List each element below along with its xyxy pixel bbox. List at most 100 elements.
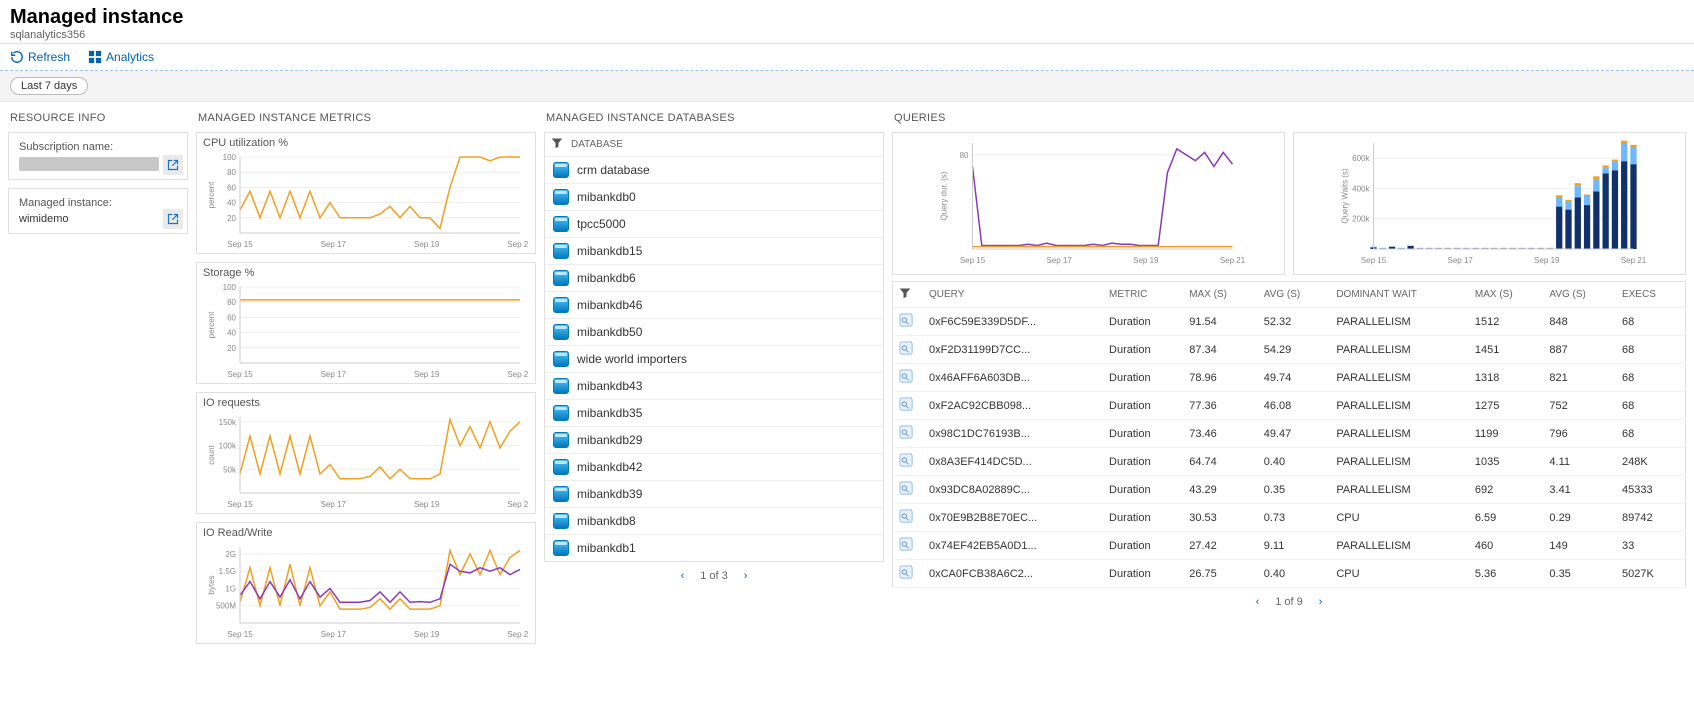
db-prev-page[interactable]: ‹ [677, 568, 689, 584]
database-row[interactable]: mibankdb50 [545, 319, 883, 346]
query-execs: 68 [1616, 364, 1686, 392]
database-icon [553, 324, 569, 340]
query-col-header[interactable]: AVG (S) [1543, 282, 1616, 308]
wait-max: 1035 [1469, 448, 1544, 476]
chart-cpu[interactable]: CPU utilization %20406080100percentSep 1… [196, 132, 536, 254]
query-next-page[interactable]: › [1315, 594, 1327, 610]
wait-max: 6.59 [1469, 504, 1544, 532]
query-prev-page[interactable]: ‹ [1252, 594, 1264, 610]
query-row[interactable]: 0xF6C59E339D5DF... Duration 91.54 52.32 … [893, 308, 1686, 336]
query-row[interactable]: 0x70E9B2B8E70EC... Duration 30.53 0.73 C… [893, 504, 1686, 532]
query-max: 30.53 [1183, 504, 1258, 532]
open-icon [167, 159, 179, 171]
svg-text:Sep 21: Sep 21 [1621, 256, 1647, 265]
database-row[interactable]: mibankdb35 [545, 400, 883, 427]
refresh-button[interactable]: Refresh [10, 50, 70, 64]
query-row[interactable]: 0x8A3EF414DC5D... Duration 64.74 0.40 PA… [893, 448, 1686, 476]
svg-text:40: 40 [227, 329, 236, 338]
svg-text:100: 100 [223, 153, 237, 162]
svg-text:80: 80 [227, 298, 236, 307]
query-metric: Duration [1103, 336, 1183, 364]
query-row[interactable]: 0x93DC8A02889C... Duration 43.29 0.35 PA… [893, 476, 1686, 504]
svg-text:Sep 15: Sep 15 [227, 370, 253, 379]
svg-text:Sep 19: Sep 19 [414, 370, 440, 379]
query-execs: 89742 [1616, 504, 1686, 532]
svg-text:150k: 150k [219, 418, 237, 427]
database-row[interactable]: wide world importers [545, 346, 883, 373]
svg-text:100k: 100k [219, 442, 237, 451]
database-row[interactable]: tpcc5000 [545, 211, 883, 238]
database-row[interactable]: mibankdb46 [545, 292, 883, 319]
wait-avg: 0.29 [1543, 504, 1616, 532]
database-name: mibankdb43 [577, 379, 642, 393]
query-col-header[interactable]: QUERY [923, 282, 1103, 308]
wait-avg: 796 [1543, 420, 1616, 448]
query-col-header[interactable]: DOMINANT WAIT [1330, 282, 1469, 308]
wait-max: 1451 [1469, 336, 1544, 364]
svg-text:Query dur. (s): Query dur. (s) [940, 171, 949, 220]
database-icon [553, 216, 569, 232]
query-col-header[interactable]: EXECS [1616, 282, 1686, 308]
database-name: mibankdb15 [577, 244, 642, 258]
query-col-header[interactable]: METRIC [1103, 282, 1183, 308]
database-icon [553, 540, 569, 556]
database-row[interactable]: mibankdb15 [545, 238, 883, 265]
svg-text:Sep 21: Sep 21 [507, 500, 529, 509]
chart-query-waits[interactable]: 200k400k600kQuery Waits (s)Sep 15Sep 17S… [1293, 132, 1686, 275]
query-col-header[interactable]: MAX (S) [1469, 282, 1544, 308]
database-row[interactable]: mibankdb39 [545, 481, 883, 508]
chart-query-duration[interactable]: 80Query dur. (s)Sep 15Sep 17Sep 19Sep 21 [892, 132, 1285, 275]
svg-text:80: 80 [227, 168, 236, 177]
query-icon [899, 453, 913, 467]
query-avg: 0.73 [1258, 504, 1331, 532]
analytics-button[interactable]: Analytics [88, 50, 154, 64]
database-row[interactable]: mibankdb6 [545, 265, 883, 292]
svg-text:20: 20 [227, 214, 236, 223]
timerange-pill[interactable]: Last 7 days [10, 77, 88, 95]
filter-icon[interactable] [899, 291, 911, 302]
open-subscription-button[interactable] [163, 155, 183, 175]
wait-max: 460 [1469, 532, 1544, 560]
filter-icon[interactable] [551, 137, 563, 152]
database-row[interactable]: mibankdb29 [545, 427, 883, 454]
svg-text:Sep 15: Sep 15 [227, 500, 253, 509]
query-wait: PARALLELISM [1330, 308, 1469, 336]
mi-value: wimidemo [19, 213, 159, 225]
svg-text:Sep 21: Sep 21 [507, 240, 529, 249]
query-execs: 5027K [1616, 560, 1686, 588]
query-col-header[interactable]: MAX (S) [1183, 282, 1258, 308]
wait-avg: 0.35 [1543, 560, 1616, 588]
query-row[interactable]: 0xF2AC92CBB098... Duration 77.36 46.08 P… [893, 392, 1686, 420]
database-name: mibankdb39 [577, 487, 642, 501]
db-page-label: 1 of 3 [700, 570, 728, 582]
svg-text:Sep 17: Sep 17 [321, 500, 347, 509]
database-row[interactable]: mibankdb42 [545, 454, 883, 481]
database-row[interactable]: crm database [545, 157, 883, 184]
wait-max: 692 [1469, 476, 1544, 504]
database-row[interactable]: mibankdb8 [545, 508, 883, 535]
query-row[interactable]: 0x46AFF6A603DB... Duration 78.96 49.74 P… [893, 364, 1686, 392]
database-row[interactable]: mibankdb43 [545, 373, 883, 400]
query-row[interactable]: 0xF2D31199D7CC... Duration 87.34 54.29 P… [893, 336, 1686, 364]
db-next-page[interactable]: › [740, 568, 752, 584]
chart-iorw[interactable]: IO Read/Write500M1G1.5G2GbytesSep 15Sep … [196, 522, 536, 644]
queries-table: QUERYMETRICMAX (S)AVG (S)DOMINANT WAITMA… [892, 281, 1686, 588]
query-row[interactable]: 0x74EF42EB5A0D1... Duration 27.42 9.11 P… [893, 532, 1686, 560]
database-icon [553, 459, 569, 475]
query-row[interactable]: 0x98C1DC76193B... Duration 73.46 49.47 P… [893, 420, 1686, 448]
query-col-header[interactable]: AVG (S) [1258, 282, 1331, 308]
query-hash: 0xF2D31199D7CC... [923, 336, 1103, 364]
database-row[interactable]: mibankdb0 [545, 184, 883, 211]
query-row[interactable]: 0xCA0FCB38A6C2... Duration 26.75 0.40 CP… [893, 560, 1686, 588]
chart-storage[interactable]: Storage %20406080100percentSep 15Sep 17S… [196, 262, 536, 384]
svg-text:Sep 15: Sep 15 [227, 630, 253, 639]
query-avg: 0.35 [1258, 476, 1331, 504]
query-max: 27.42 [1183, 532, 1258, 560]
svg-text:100: 100 [223, 283, 237, 292]
svg-text:60: 60 [227, 313, 236, 322]
query-icon [899, 397, 913, 411]
chart-io[interactable]: IO requests50k100k150kcountSep 15Sep 17S… [196, 392, 536, 514]
open-mi-button[interactable] [163, 209, 183, 229]
chart-title: IO requests [203, 397, 529, 409]
database-row[interactable]: mibankdb1 [545, 535, 883, 561]
